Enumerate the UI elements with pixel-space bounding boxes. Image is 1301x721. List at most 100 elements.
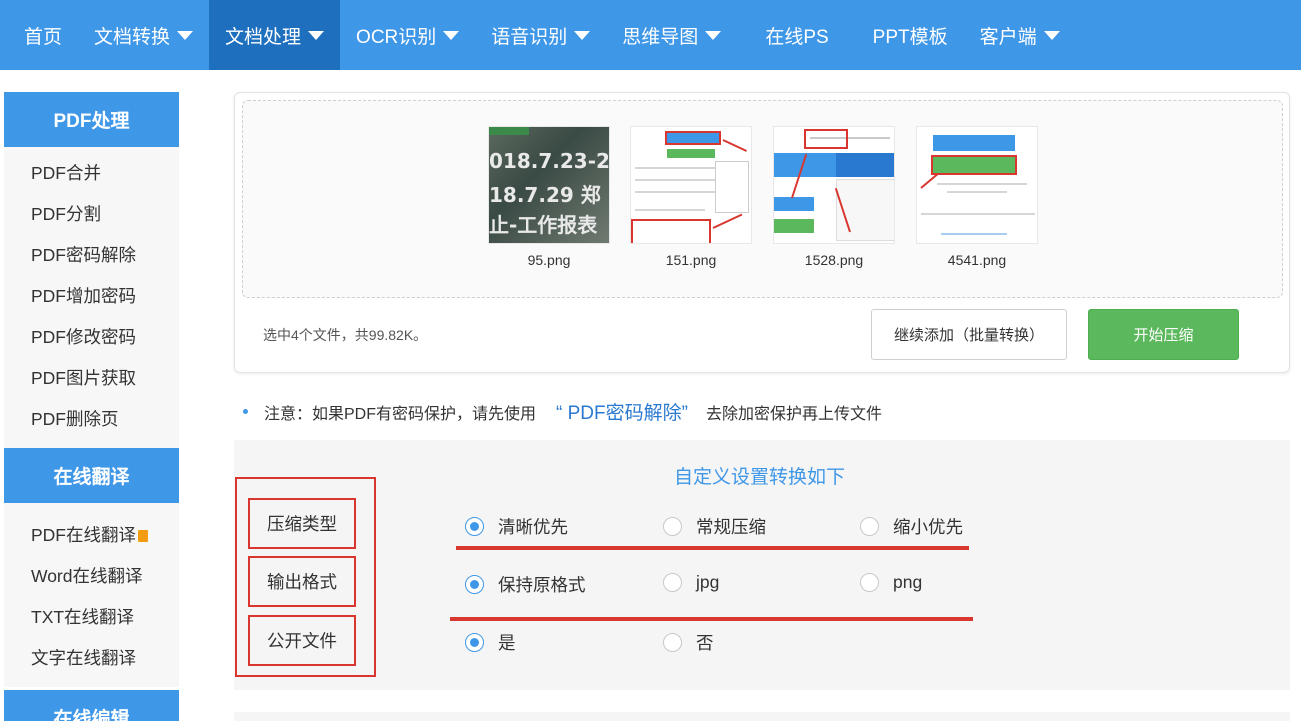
radio-label: 清晰优先 bbox=[498, 517, 568, 537]
file-name: 4541.png bbox=[947, 252, 1007, 268]
bullet-icon bbox=[243, 409, 248, 414]
radio-format-jpg[interactable]: jpg bbox=[663, 572, 719, 593]
nav-online-ps[interactable]: 在线PS bbox=[737, 0, 856, 70]
thumb-highlight bbox=[804, 129, 848, 149]
annotation-underline bbox=[456, 546, 969, 550]
nav-mindmap[interactable]: 思维导图 bbox=[606, 0, 737, 70]
file-thumbnail bbox=[630, 126, 752, 244]
thumb-block bbox=[774, 219, 814, 233]
settings-panel: 自定义设置转换如下 压缩类型 输出格式 公开文件 清晰优先 常规压缩 缩小优先 … bbox=[234, 440, 1290, 690]
sidebar-list: PDF合并 PDF分割 PDF密码解除 PDF增加密码 PDF修改密码 PDF图… bbox=[4, 147, 179, 448]
thumbnail-text: 018.7.23-2 bbox=[489, 149, 610, 173]
sidebar-item-pdf-merge[interactable]: PDF合并 bbox=[4, 153, 179, 194]
nav-label: 在线PS bbox=[765, 26, 829, 48]
radio-compress-normal[interactable]: 常规压缩 bbox=[663, 514, 766, 539]
file-card[interactable]: 151.png bbox=[630, 126, 752, 268]
nav-speech[interactable]: 语音识别 bbox=[475, 0, 606, 70]
sidebar-item-pdf-delete-pages[interactable]: PDF删除页 bbox=[4, 399, 179, 440]
sidebar-item-pdf-translate[interactable]: PDF在线翻译 bbox=[4, 515, 179, 556]
file-card[interactable]: 4541.png bbox=[916, 126, 1038, 268]
file-thumbnail bbox=[916, 126, 1038, 244]
sidebar-item-text-translate[interactable]: 文字在线翻译 bbox=[4, 638, 179, 679]
sidebar-item-pdf-split[interactable]: PDF分割 bbox=[4, 194, 179, 235]
radio-format-original[interactable]: 保持原格式 bbox=[465, 572, 586, 597]
nav-label: 客户端 bbox=[979, 26, 1037, 48]
file-dropzone[interactable]: 018.7.23-2 18.7.29 郑 止-工作报表 95.png 151.p… bbox=[242, 100, 1283, 298]
sidebar-item-pdf-add-password[interactable]: PDF增加密码 bbox=[4, 276, 179, 317]
thumb-block bbox=[667, 149, 715, 158]
radio-unchecked-icon bbox=[663, 633, 682, 652]
radio-checked-icon bbox=[465, 575, 484, 594]
radio-unchecked-icon bbox=[663, 573, 682, 592]
thumb-block bbox=[774, 197, 814, 211]
thumb-block bbox=[836, 179, 894, 241]
add-more-button[interactable]: 继续添加（批量转换） bbox=[871, 309, 1067, 360]
sidebar-section-title: 在线翻译 bbox=[4, 448, 179, 503]
sidebar-item-label: PDF在线翻译 bbox=[31, 525, 136, 545]
radio-label: 缩小优先 bbox=[893, 517, 963, 537]
radio-public-yes[interactable]: 是 bbox=[465, 630, 516, 655]
annotation-underline bbox=[450, 617, 973, 621]
radio-unchecked-icon bbox=[663, 517, 682, 536]
nav-doc-process[interactable]: 文档处理 bbox=[209, 0, 341, 70]
nav-label: 首页 bbox=[24, 26, 63, 48]
nav-home[interactable]: 首页 bbox=[8, 0, 78, 70]
radio-unchecked-icon bbox=[860, 517, 879, 536]
sidebar-section-title: 在线编辑 bbox=[4, 690, 179, 721]
sidebar-item-word-translate[interactable]: Word在线翻译 bbox=[4, 556, 179, 597]
file-thumbnail: 018.7.23-2 18.7.29 郑 止-工作报表 bbox=[488, 126, 610, 244]
radio-label: 否 bbox=[696, 633, 714, 653]
radio-checked-icon bbox=[465, 517, 484, 536]
thumb-highlight bbox=[665, 131, 721, 145]
file-thumbnail bbox=[773, 126, 895, 244]
radio-checked-icon bbox=[465, 633, 484, 652]
radio-format-png[interactable]: png bbox=[860, 572, 922, 593]
selection-info: 选中4个文件，共99.82K。 bbox=[263, 327, 428, 343]
nav-ocr[interactable]: OCR识别 bbox=[340, 0, 475, 70]
nav-ppt-template[interactable]: PPT模板 bbox=[857, 0, 964, 70]
thumbnail-text: 18.7.29 郑 bbox=[489, 183, 601, 207]
thumb-line bbox=[921, 213, 1035, 215]
radio-public-no[interactable]: 否 bbox=[663, 630, 714, 655]
sidebar-list: PDF在线翻译 Word在线翻译 TXT在线翻译 文字在线翻译 bbox=[4, 503, 179, 687]
thumb-highlight bbox=[931, 155, 1017, 175]
notice-text: 注意：如果PDF有密码保护，请先使用 bbox=[264, 405, 537, 423]
file-card[interactable]: 018.7.23-2 18.7.29 郑 止-工作报表 95.png bbox=[488, 126, 610, 268]
notice: 注意：如果PDF有密码保护，请先使用 “ PDF密码解除” 去除加密保护再上传文… bbox=[243, 398, 882, 425]
settings-title: 自定义设置转换如下 bbox=[674, 467, 846, 488]
thumb-block bbox=[836, 153, 894, 177]
file-name: 151.png bbox=[665, 252, 717, 268]
thumb-block bbox=[933, 135, 1015, 151]
caret-down-icon bbox=[177, 30, 194, 40]
thumb-line bbox=[941, 233, 1007, 235]
sidebar-section-title: PDF处理 bbox=[4, 92, 179, 147]
sidebar-item-pdf-unlock[interactable]: PDF密码解除 bbox=[4, 235, 179, 276]
sidebar-item-txt-translate[interactable]: TXT在线翻译 bbox=[4, 597, 179, 638]
start-compress-button[interactable]: 开始压缩 bbox=[1088, 309, 1239, 360]
next-panel-edge bbox=[234, 712, 1290, 721]
radio-unchecked-icon bbox=[860, 573, 879, 592]
top-nav: 首页 文档转换 文档处理 OCR识别 语音识别 思维导图 在线PS PPT模板 … bbox=[0, 0, 1301, 70]
sidebar-item-pdf-change-password[interactable]: PDF修改密码 bbox=[4, 317, 179, 358]
file-card[interactable]: 1528.png bbox=[773, 126, 895, 268]
nav-doc-convert[interactable]: 文档转换 bbox=[78, 0, 209, 70]
radio-label: 是 bbox=[498, 633, 516, 653]
option-label-output-format: 输出格式 bbox=[248, 556, 356, 607]
thumb-line bbox=[635, 179, 715, 181]
file-name: 95.png bbox=[527, 252, 571, 268]
nav-label: 文档处理 bbox=[225, 26, 302, 48]
radio-label: 常规压缩 bbox=[696, 517, 766, 537]
thumb-arrow bbox=[920, 173, 939, 189]
radio-compress-smaller[interactable]: 缩小优先 bbox=[860, 514, 963, 539]
sidebar-item-pdf-extract-images[interactable]: PDF图片获取 bbox=[4, 358, 179, 399]
radio-compress-clarity[interactable]: 清晰优先 bbox=[465, 514, 568, 539]
nav-label: PPT模板 bbox=[872, 26, 948, 48]
bookmark-icon bbox=[138, 530, 148, 542]
thumb-arrow bbox=[712, 213, 743, 229]
thumb-line bbox=[947, 191, 1007, 193]
thumb-highlight bbox=[631, 219, 711, 243]
pdf-unlock-link[interactable]: “ PDF密码解除” bbox=[556, 398, 688, 425]
nav-client[interactable]: 客户端 bbox=[964, 0, 1076, 70]
nav-label: 文档转换 bbox=[94, 26, 171, 48]
nav-label: 语音识别 bbox=[491, 26, 568, 48]
